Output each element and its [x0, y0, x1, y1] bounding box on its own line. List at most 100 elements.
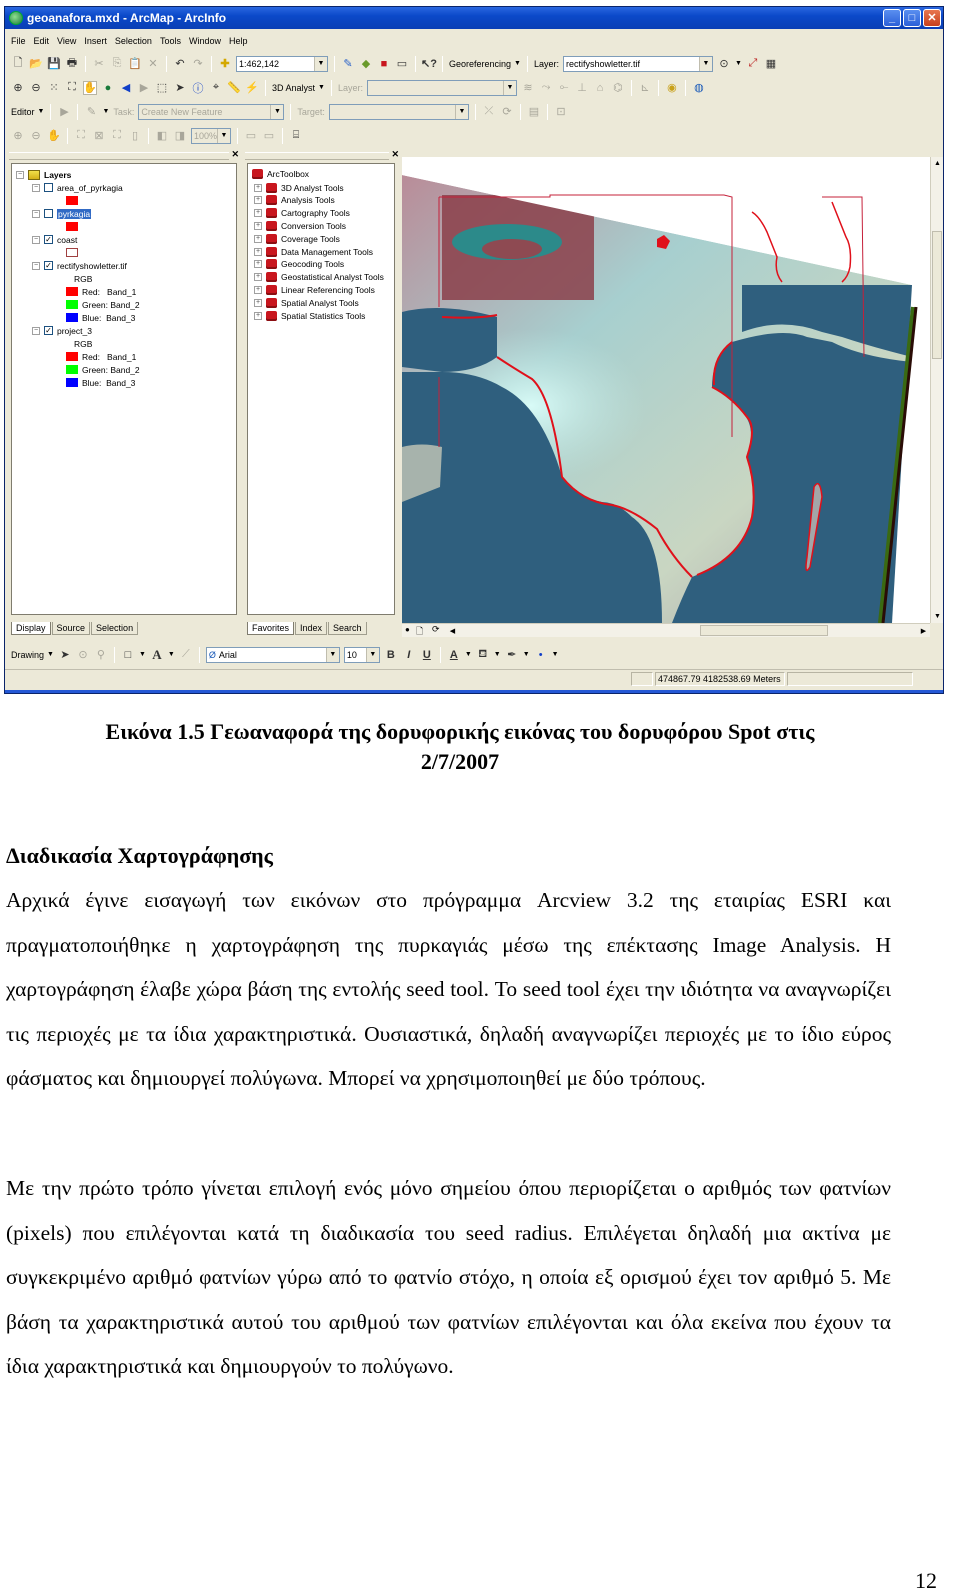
legend-symbol-row[interactable]: Green: Band_2 — [66, 363, 140, 376]
legend-swatch[interactable] — [66, 313, 78, 322]
legend-swatch[interactable] — [66, 287, 78, 296]
rotate-element-icon[interactable]: ⊙ — [76, 648, 90, 662]
focus-data-frame-icon[interactable]: ▭ — [262, 129, 276, 143]
tab-display[interactable]: Display — [11, 622, 51, 635]
toolbox-item[interactable]: + Cartography Tools — [254, 207, 350, 220]
expand-icon[interactable]: + — [254, 234, 262, 243]
zoom-to-selected-icon[interactable]: ⚲ — [94, 648, 108, 662]
sketch-tool-icon[interactable]: ✎ — [84, 105, 98, 119]
sketch-properties-icon[interactable]: ⊡ — [554, 105, 568, 119]
menu-window[interactable]: Window — [189, 36, 221, 46]
zoom-whole-page-icon[interactable]: ⛶ — [74, 129, 88, 143]
arctoolbox-root[interactable]: ArcToolbox — [252, 167, 309, 180]
chevron-down-icon[interactable]: ▼ — [168, 651, 175, 658]
legend-swatch[interactable] — [66, 300, 78, 309]
command-line-icon[interactable]: ▭ — [395, 57, 409, 71]
chevron-down-icon[interactable]: ▼ — [502, 80, 516, 95]
copy-icon[interactable]: ⎘ — [110, 57, 124, 71]
expand-icon[interactable]: + — [254, 183, 262, 192]
panel-grip[interactable] — [9, 152, 229, 160]
tab-selection[interactable]: Selection — [91, 622, 139, 635]
zoom-in-icon[interactable]: ⊕ — [11, 81, 25, 95]
profile-graph-icon[interactable]: ⊾ — [638, 81, 652, 95]
legend-symbol-row[interactable]: Green: Band_2 — [66, 298, 140, 311]
collapse-icon[interactable]: − — [16, 170, 24, 179]
toc-layer[interactable]: − area_of_pyrkagia — [32, 181, 123, 194]
font-size-combo[interactable]: 10 ▼ — [343, 646, 380, 663]
georeferencing-menu[interactable]: Georeferencing ▼ — [449, 59, 521, 69]
back-arrow-icon[interactable]: ◀ — [119, 81, 133, 95]
chevron-down-icon[interactable]: ▼ — [454, 104, 468, 119]
3d-analyst-menu[interactable]: 3D Analyst ▼ — [272, 83, 325, 93]
arccatalog-icon[interactable]: ◆ — [359, 57, 373, 71]
new-text-icon[interactable]: A — [150, 647, 164, 662]
layout-zoom-combo[interactable]: 100% ▼ — [191, 127, 231, 144]
menu-help[interactable]: Help — [229, 36, 248, 46]
line-of-sight-icon[interactable]: ⟜ — [557, 81, 571, 95]
horizontal-scroll-thumb[interactable] — [700, 625, 828, 636]
zoom-out-icon[interactable]: ⊖ — [29, 81, 43, 95]
undo-icon[interactable]: ↶ — [173, 57, 187, 71]
select-elements-icon[interactable]: ➤ — [173, 81, 187, 95]
layer-visibility-checkbox[interactable] — [44, 209, 53, 218]
expand-icon[interactable]: + — [254, 273, 262, 282]
expand-icon[interactable]: + — [254, 285, 262, 294]
minimize-button[interactable]: _ — [883, 9, 901, 27]
toolbox-item[interactable]: + Spatial Statistics Tools — [254, 309, 365, 322]
forward-arrow-icon[interactable]: ▶ — [137, 81, 151, 95]
layer-visibility-checkbox[interactable] — [44, 183, 53, 192]
legend-symbol-row[interactable] — [66, 220, 78, 233]
layout-view-icon[interactable]: 🗋 — [416, 624, 423, 640]
map-horizontal-scrollbar[interactable]: ● 🗋 ⟳ ◀ ▶ — [402, 623, 930, 637]
expand-icon[interactable]: + — [254, 247, 262, 256]
pan-hand-icon[interactable]: ✋ — [83, 80, 97, 95]
tab-source[interactable]: Source — [51, 622, 91, 635]
refresh-icon[interactable]: ⟳ — [432, 624, 440, 635]
panel-grip[interactable] — [245, 152, 389, 160]
layout-zoom-out-icon[interactable]: ⊖ — [29, 129, 43, 143]
close-icon[interactable]: ✕ — [231, 149, 239, 160]
tab-favorites[interactable]: Favorites — [247, 622, 295, 635]
new-document-icon[interactable]: 🗋 — [11, 57, 25, 71]
legend-symbol-row[interactable] — [66, 194, 78, 207]
legend-symbol-row[interactable]: Blue: Band_3 — [66, 311, 135, 324]
collapse-icon[interactable]: − — [32, 183, 40, 192]
vertical-scroll-thumb[interactable] — [932, 231, 942, 359]
layer-visibility-checkbox[interactable]: ✓ — [44, 261, 53, 270]
maximize-button[interactable]: □ — [903, 9, 921, 27]
italic-button[interactable]: I — [402, 648, 416, 662]
toc-layer[interactable]: − ✓ coast — [32, 233, 77, 246]
font-color-button[interactable]: A — [447, 648, 461, 662]
expand-icon[interactable]: + — [254, 209, 262, 218]
add-data-icon[interactable]: ✚ — [218, 57, 232, 71]
chevron-down-icon[interactable]: ▼ — [102, 108, 109, 115]
layer-visibility-checkbox[interactable]: ✓ — [44, 235, 53, 244]
map-scale-combo[interactable]: 1:462,142 ▼ — [236, 55, 328, 72]
collapse-icon[interactable]: − — [32, 261, 40, 270]
legend-swatch[interactable] — [66, 196, 78, 205]
attributes-icon[interactable]: ▤ — [527, 105, 541, 119]
drawing-menu[interactable]: Drawing ▼ — [11, 650, 54, 660]
toc-layer[interactable]: − ✓ rectifyshowletter.tif — [32, 259, 127, 272]
identify-icon[interactable]: ⓘ — [191, 81, 205, 95]
fixed-zoom-in-icon[interactable]: ⁙ — [47, 81, 61, 95]
interpolate-line-icon[interactable]: ⌂ — [593, 81, 607, 95]
collapse-icon[interactable]: − — [32, 209, 40, 218]
legend-symbol-row[interactable]: Red: Band_1 — [66, 350, 136, 363]
split-tool-icon[interactable]: ⤫ — [482, 105, 496, 119]
chevron-down-icon[interactable]: ▼ — [735, 60, 742, 67]
close-icon[interactable]: ✕ — [391, 149, 399, 160]
toc-root[interactable]: − Layers — [16, 168, 71, 181]
arctoolbox-icon[interactable]: ■ — [377, 57, 391, 71]
toolbox-item[interactable]: + Geostatistical Analyst Tools — [254, 271, 384, 284]
rotate-icon[interactable]: ⊙ — [717, 57, 731, 71]
expand-icon[interactable]: + — [254, 311, 262, 320]
map-vertical-scrollbar[interactable]: ▲ ▼ — [930, 157, 943, 623]
legend-symbol-row[interactable]: Blue: Band_3 — [66, 376, 135, 389]
rectangle-icon[interactable]: □ — [121, 648, 135, 662]
zoom-100-icon[interactable]: ▯ — [128, 129, 142, 143]
chevron-down-icon[interactable]: ▼ — [523, 651, 530, 658]
line-color-icon[interactable]: ✒ — [505, 648, 519, 662]
rotate-tool-icon[interactable]: ⟳ — [500, 105, 514, 119]
toolbox-item[interactable]: + Coverage Tools — [254, 232, 340, 245]
